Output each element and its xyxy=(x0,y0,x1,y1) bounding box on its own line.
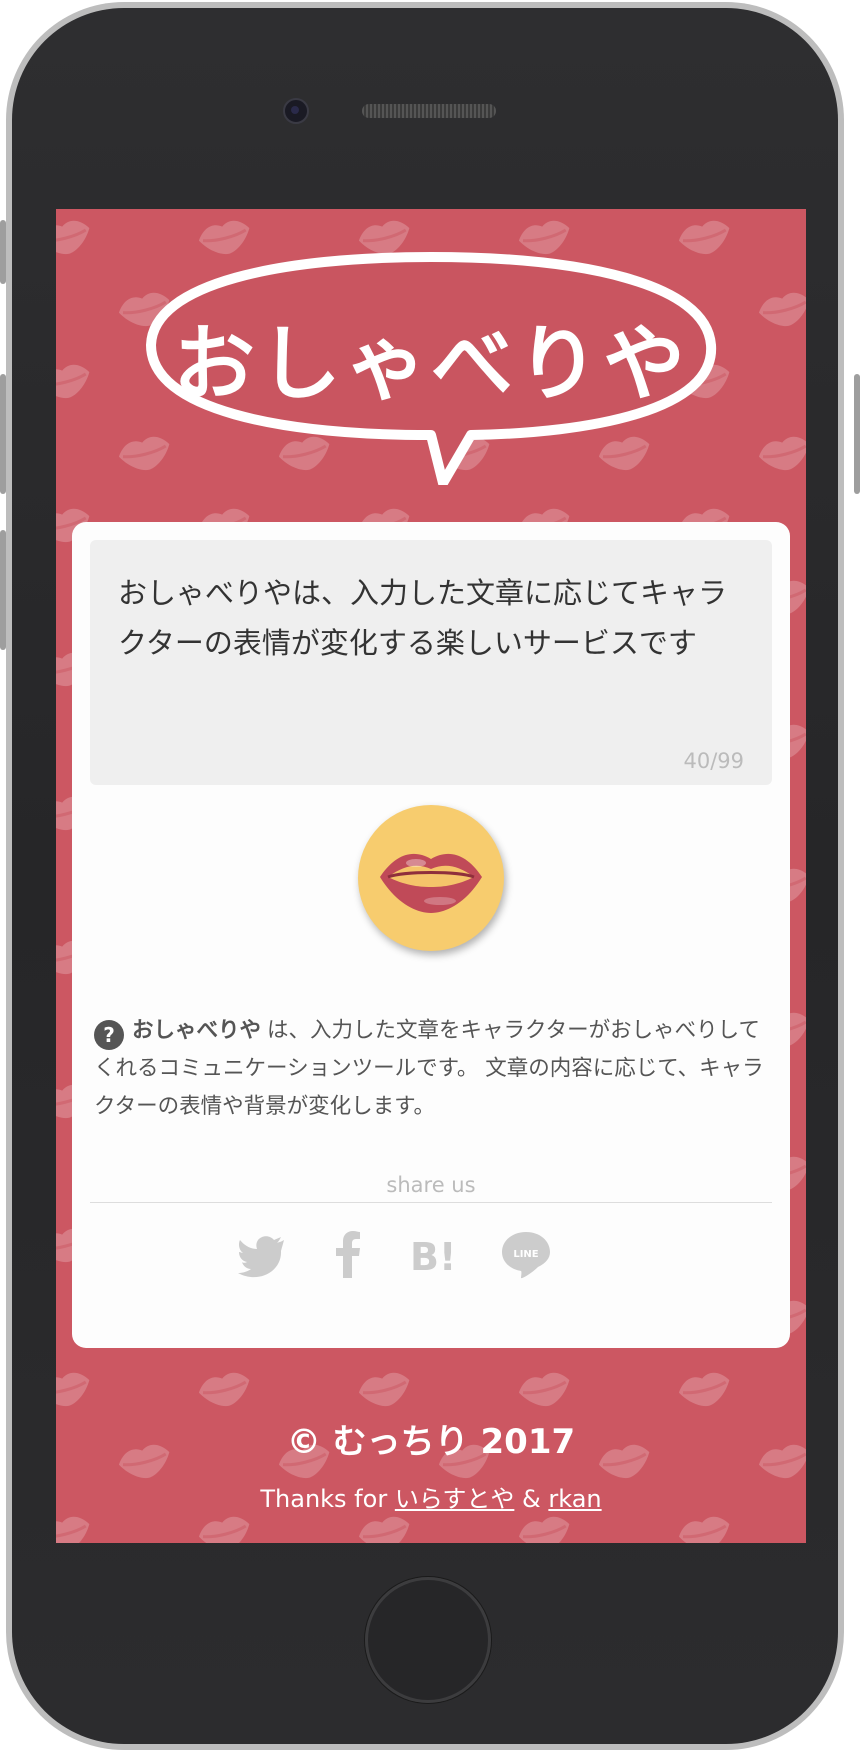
earpiece-speaker xyxy=(362,104,496,118)
main-card: おしゃべりやは、入力した文章に応じてキャラクターの表情が変化する楽しいサービスで… xyxy=(72,522,790,1348)
credit-link-irasutoya[interactable]: いらすとや xyxy=(395,1485,515,1513)
logo-text: おしゃべりや xyxy=(172,317,689,412)
facebook-icon[interactable] xyxy=(321,1226,377,1282)
message-input-text[interactable]: おしゃべりやは、入力した文章に応じてキャラクターの表情が変化する楽しいサービスで… xyxy=(118,568,748,668)
hatena-bookmark-icon[interactable]: B! xyxy=(408,1226,464,1282)
power-button xyxy=(854,374,860,494)
copyright: © むっちり 2017 xyxy=(286,1422,576,1462)
svg-text:B!: B! xyxy=(410,1235,456,1279)
twitter-icon[interactable] xyxy=(236,1226,292,1282)
lips-icon xyxy=(380,853,482,913)
line-icon[interactable]: LINE xyxy=(498,1226,554,1282)
app-screen: おしゃべりや おしゃべりやは、入力した文章に応じてキャラクターの表情が変化する楽… xyxy=(56,209,806,1543)
svg-text:LINE: LINE xyxy=(513,1249,538,1260)
description: ? おしゃべりや は、入力した文章をキャラクターがおしゃべりしてくれるコミュニケーシ… xyxy=(94,1012,774,1126)
credits-prefix: Thanks for xyxy=(260,1485,388,1513)
share-divider xyxy=(90,1202,772,1203)
home-button[interactable] xyxy=(365,1577,491,1703)
credit-link-rkan[interactable]: rkan xyxy=(548,1485,601,1513)
credits-separator: & xyxy=(522,1485,541,1513)
volume-up-button xyxy=(0,374,6,494)
logo: おしゃべりや xyxy=(141,245,721,485)
share-label: share us xyxy=(386,1173,476,1197)
mute-switch xyxy=(0,220,6,284)
speak-button[interactable] xyxy=(358,805,504,951)
credits: Thanks for いらすとや & rkan xyxy=(56,1479,806,1514)
volume-down-button xyxy=(0,530,6,650)
front-camera xyxy=(283,98,309,124)
help-icon: ? xyxy=(94,1020,124,1050)
description-brand: おしゃべりや xyxy=(132,1018,262,1043)
share-icons: B! LINE xyxy=(72,1226,790,1282)
message-input[interactable]: おしゃべりやは、入力した文章に応じてキャラクターの表情が変化する楽しいサービスで… xyxy=(90,540,772,785)
character-counter: 40/99 xyxy=(683,749,744,773)
